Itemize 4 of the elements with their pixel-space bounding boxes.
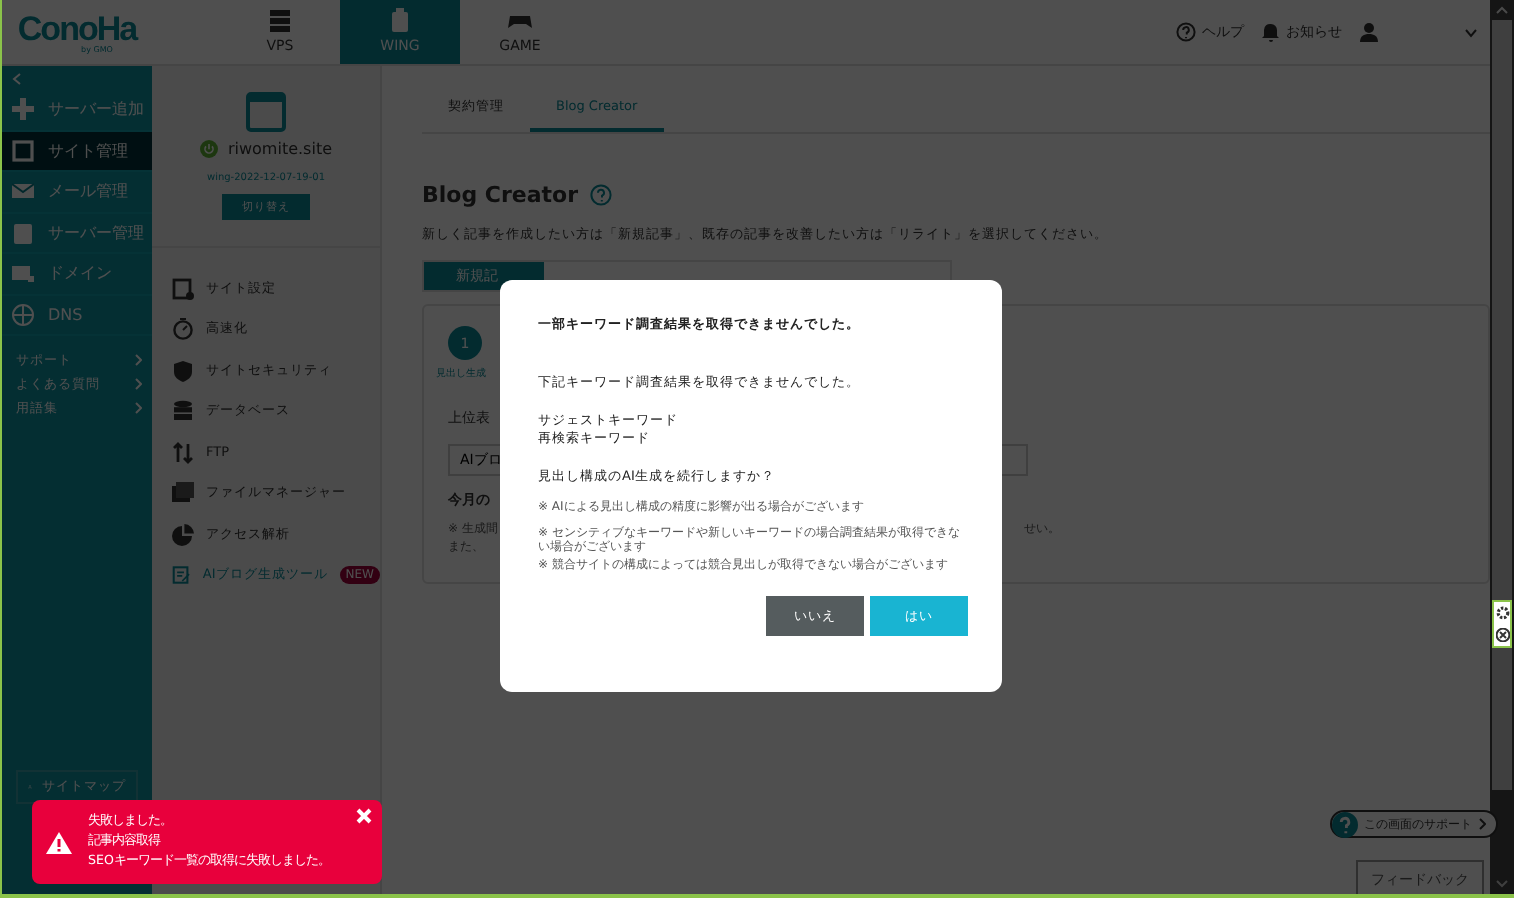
page-title: Blog Creator <box>422 182 579 208</box>
nav-item[interactable]: サイト管理 <box>2 131 152 172</box>
site-name: riwomite.site <box>227 140 332 158</box>
logo: ConoHa <box>17 11 137 45</box>
